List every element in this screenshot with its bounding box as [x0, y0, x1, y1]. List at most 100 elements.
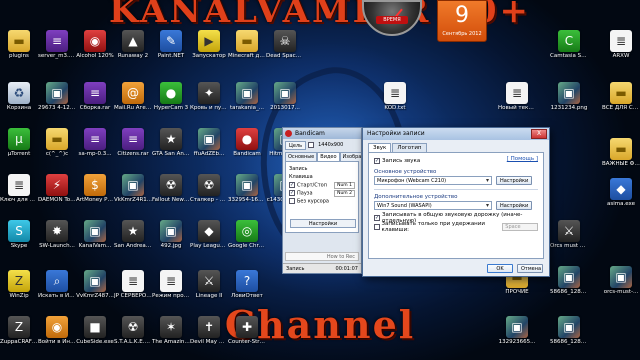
no-cursor-checkbox[interactable]	[289, 197, 295, 204]
resolution-checkbox[interactable]	[308, 142, 315, 148]
tab-video[interactable]: Видео	[317, 152, 340, 161]
how-to-record-link[interactable]: How to Rec	[285, 252, 359, 261]
hold-key-input[interactable]: Space	[502, 222, 538, 231]
desktop-icon[interactable]: ≣Режим проверки...	[152, 268, 190, 312]
desktop-icon[interactable]: ☢Fallout New Vegas	[152, 172, 190, 216]
target-button[interactable]: Цель	[285, 140, 307, 150]
folder-icon: ▬	[610, 82, 632, 104]
tab-general[interactable]: Основные	[285, 152, 318, 161]
bandicam-titlebar[interactable]: Bandicam	[283, 128, 361, 139]
desktop-icon[interactable]: ▣ KanalVam...	[76, 218, 114, 262]
desktop-icon[interactable]: ▣ 29673 4-128...	[38, 80, 76, 124]
desktop-icon[interactable]: Z WinZip	[0, 268, 38, 312]
desktop-icon[interactable]: ◆Play League of Legends	[190, 218, 228, 262]
desktop-icon[interactable]: ≣ JP СЕРВЕРОВ...	[114, 268, 152, 312]
hold-key-checkbox[interactable]	[374, 223, 380, 230]
calendar-gadget[interactable]: 9 Сентябрь 2012	[437, 0, 487, 42]
desktop-icon[interactable]: ● Bandicam	[228, 126, 266, 170]
desktop-icon[interactable]: ▣ VkKmrZ4R1...	[114, 172, 152, 216]
desktop-icon-label: 58686_1280...	[550, 289, 588, 295]
desktop-icon[interactable]: ▬ c(^_^)c	[38, 126, 76, 170]
desktop-icon[interactable]: ✸ SW-Launch...	[38, 218, 76, 262]
tab-sound[interactable]: Звук	[368, 143, 392, 152]
desktop-icon[interactable]: ◆ asima.exe	[602, 176, 640, 220]
pause-key[interactable]: Num 2	[334, 189, 355, 197]
desktop-icon[interactable]: ▶ Запускатор	[190, 28, 228, 72]
desktop-icon[interactable]: ◉ Alcohol 120%	[76, 28, 114, 72]
desktop-icon[interactable]: ⚔ Lineage II	[190, 268, 228, 312]
desktop-icon[interactable]: ▲ Runaway 2	[114, 28, 152, 72]
desktop-icon[interactable]: ♻ Корзина	[0, 80, 38, 124]
desktop-icon[interactable]: ≡ server_m3.zip	[38, 28, 76, 72]
close-button[interactable]: X	[531, 129, 547, 139]
desktop-icon[interactable]: ≡ Сборка.rar	[76, 80, 114, 124]
desktop-icon[interactable]: µ µTorrent	[0, 126, 38, 170]
desktop-icon[interactable]: ▣ 58686_1280...	[550, 264, 588, 308]
desktop-icon[interactable]: ⚡DAEMON Tools Lite	[38, 172, 76, 216]
mix-track-checkbox[interactable]: ✓	[374, 214, 380, 221]
desktop-icon[interactable]: ☢S.T.A.L.K.E.R. Зов Припяти	[114, 314, 152, 358]
desktop-icon[interactable]: ✎ Paint.NET	[152, 28, 190, 72]
desktop-icon[interactable]: ■ CubeSide.exe	[76, 314, 114, 358]
desktop-icon-label: Orcs must die - Бет...	[550, 243, 588, 249]
desktop-icon[interactable]: ZZuppaCRAFT 1.2.5	[0, 314, 38, 358]
start-stop-checkbox[interactable]: ✓	[289, 181, 295, 188]
bandicam-window[interactable]: Bandicam Цель 1440x900 Основные Видео Из…	[282, 127, 362, 274]
desktop-icon[interactable]: @ Mail.Ru Агент	[114, 80, 152, 124]
start-stop-key[interactable]: Num 1	[334, 181, 355, 189]
desktop-icon[interactable]: ▬ВСЕ ДЛЯ СЕРВЕРА	[602, 80, 640, 124]
secondary-device-select[interactable]: Win7 Sound (WASAPI)	[374, 201, 492, 210]
desktop-icon[interactable]: ☠ Dead Space 2	[266, 28, 304, 72]
desktop-icon[interactable]: ▣ ffuAdZEb...	[190, 126, 228, 170]
desktop-icon[interactable]: ▣ 58686_1280...	[550, 314, 588, 358]
desktop-icon[interactable]: ✝Devil May Cry 2	[190, 314, 228, 358]
desktop-icon[interactable]: ▬Minecraft для сервера	[228, 28, 266, 72]
bandicam-settings-button[interactable]: Настройки	[290, 219, 356, 228]
desktop-icon[interactable]: ● HyperCam 3	[152, 80, 190, 124]
record-settings-dialog[interactable]: Настройки записи X Звук Логотип ✓ Запись…	[362, 127, 550, 277]
desktop-icon[interactable]: ▣ orcs-must-...	[602, 264, 640, 308]
secondary-settings-button[interactable]: Настройки	[496, 201, 533, 210]
desktop-icon[interactable]: ▬ВАЖНЫЕ ФАЙЛЫ	[602, 136, 640, 180]
desktop-icon[interactable]: ★San Andreas Multiplayer	[114, 218, 152, 262]
primary-device-select[interactable]: Микрофон (Webcam C210)	[374, 176, 492, 185]
desktop-icon[interactable]: ≡ Citizens.rar	[114, 126, 152, 170]
desktop-icon[interactable]: ☢Сталкер - Тайные...	[190, 172, 228, 216]
desktop-icon[interactable]: ✶The Amazing Spider-Man	[152, 314, 190, 358]
desktop-icon[interactable]: ✦Кровь и пули v3.0	[190, 80, 228, 124]
desktop-icon[interactable]: ◉Войти в Интернет	[38, 314, 76, 358]
dialog-titlebar[interactable]: Настройки записи X	[363, 128, 549, 140]
desktop-icon[interactable]: ★GTA San Andreas	[152, 126, 190, 170]
ok-button[interactable]: OK	[487, 264, 513, 273]
desktop-icon[interactable]: ✚Counter-Strike 1.6	[228, 314, 266, 358]
desktop-icon[interactable]: ▣ tarakania_...	[228, 80, 266, 124]
desktop-icon[interactable]: ⌕Искать в Интернете	[38, 268, 76, 312]
desktop-icon[interactable]: ▣ 332954-168...	[228, 172, 266, 216]
primary-settings-button[interactable]: Настройки	[496, 176, 533, 185]
desktop-icon[interactable]: CCamtasia Studio 7.1...	[550, 28, 588, 72]
desktop-icon[interactable]: ▬ plugins	[0, 28, 38, 72]
desktop-icon[interactable]: S Skype	[0, 218, 38, 262]
desktop-icon[interactable]: ▣ VvKmrZ487...	[76, 268, 114, 312]
cancel-button[interactable]: Отмена	[517, 264, 543, 273]
desktop-icon[interactable]: ≣ KOD.txt	[376, 80, 414, 124]
desktop-icon[interactable]: ◎Google Chrome	[228, 218, 266, 262]
desktop-icon[interactable]: ≣Ключ для офиса.txt	[0, 172, 38, 216]
desktop-icon[interactable]: ≣ ARXW	[602, 28, 640, 72]
tab-logo[interactable]: Логотип	[392, 143, 427, 152]
desktop-icon[interactable]: ▣ 492.jpg	[152, 218, 190, 262]
bandicam-video-panel: Запись Клавиша ✓ Старт/Стоп Num 1 ✓ Пауза …	[285, 161, 359, 233]
desktop-icon[interactable]: ? ЛовиОтвет	[228, 268, 266, 312]
pause-checkbox[interactable]: ✓	[289, 189, 295, 196]
desktop-icon[interactable]: ▣ 132923665...	[498, 314, 536, 358]
tab-image[interactable]: Изображение	[339, 152, 361, 161]
help-link[interactable]: [ Помощь ]	[507, 156, 538, 162]
desktop-icon[interactable]: $ArtMoney PRO v7.27	[76, 172, 114, 216]
desktop-icon[interactable]: ≣Новый текстовый...	[498, 80, 536, 124]
record-sound-checkbox[interactable]: ✓	[374, 157, 380, 164]
desktop-icon[interactable]: ≡ sa-mp-0.3...	[76, 126, 114, 170]
clock-gadget[interactable]: ВРЕМЯ	[362, 0, 422, 36]
desktop-icon[interactable]: ⚔Orcs must die - Бет...	[550, 218, 588, 262]
desktop-icon[interactable]: ▣ 2013017...	[266, 80, 304, 124]
desktop-icon[interactable]: ▣ 1231234.png	[550, 80, 588, 124]
